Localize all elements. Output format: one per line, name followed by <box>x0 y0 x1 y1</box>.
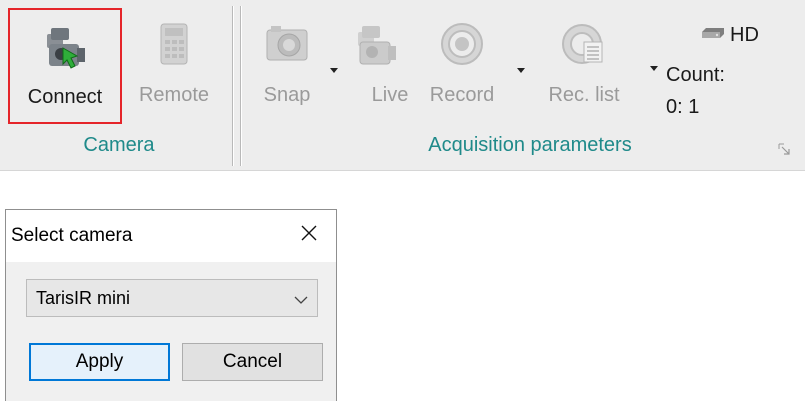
close-icon <box>301 225 317 246</box>
record-dropdown-arrow[interactable] <box>517 68 525 73</box>
group-separator-highlight <box>233 6 234 166</box>
live-label: Live <box>371 84 409 106</box>
snap-dropdown-arrow[interactable] <box>330 68 338 73</box>
select-camera-dialog: Select camera TarisIR mini Apply Cancel <box>5 209 337 401</box>
chevron-down-icon <box>294 292 308 310</box>
count-label: Count: <box>666 64 725 86</box>
ribbon: Connect Remote Snap Live Record Rec. lis… <box>0 0 805 171</box>
remote-button[interactable]: Remote <box>124 8 224 124</box>
record-icon <box>438 16 486 72</box>
dialog-title: Select camera <box>11 225 133 246</box>
camera-select[interactable]: TarisIR mini <box>26 279 318 317</box>
rec-list-button[interactable]: Rec. list <box>534 8 634 124</box>
remote-icon <box>156 16 192 72</box>
snap-label: Snap <box>263 84 311 106</box>
record-button[interactable]: Record <box>414 8 510 124</box>
hd-label: HD <box>730 24 759 46</box>
record-label: Record <box>429 84 495 106</box>
live-button[interactable]: Live <box>346 8 409 124</box>
camera-connect-icon <box>41 18 89 74</box>
count-value: 0: 1 <box>666 96 700 118</box>
group-label-acquisition: Acquisition parameters <box>428 134 632 156</box>
hd-indicator: HD <box>700 24 759 47</box>
remote-label: Remote <box>138 84 210 106</box>
snap-button[interactable]: Snap <box>250 8 324 124</box>
connect-button[interactable]: Connect <box>8 8 122 124</box>
dialog-launcher-icon[interactable] <box>778 142 790 155</box>
close-button[interactable] <box>294 220 324 250</box>
group-label-camera: Camera <box>83 134 155 156</box>
hd-drive-icon <box>700 26 726 45</box>
rec-list-dropdown-arrow[interactable] <box>650 66 658 71</box>
camera-select-value: TarisIR mini <box>36 288 131 308</box>
dialog-titlebar[interactable]: Select camera <box>6 210 336 262</box>
rec-list-icon <box>560 16 608 72</box>
cancel-button[interactable]: Cancel <box>182 343 323 381</box>
ribbon-bottom-border <box>0 170 805 171</box>
rec-list-label: Rec. list <box>548 84 620 106</box>
snap-camera-icon <box>263 16 311 72</box>
live-camera-icon <box>352 16 400 72</box>
group-separator-highlight <box>241 6 242 166</box>
connect-label: Connect <box>27 86 103 108</box>
apply-button[interactable]: Apply <box>29 343 170 381</box>
